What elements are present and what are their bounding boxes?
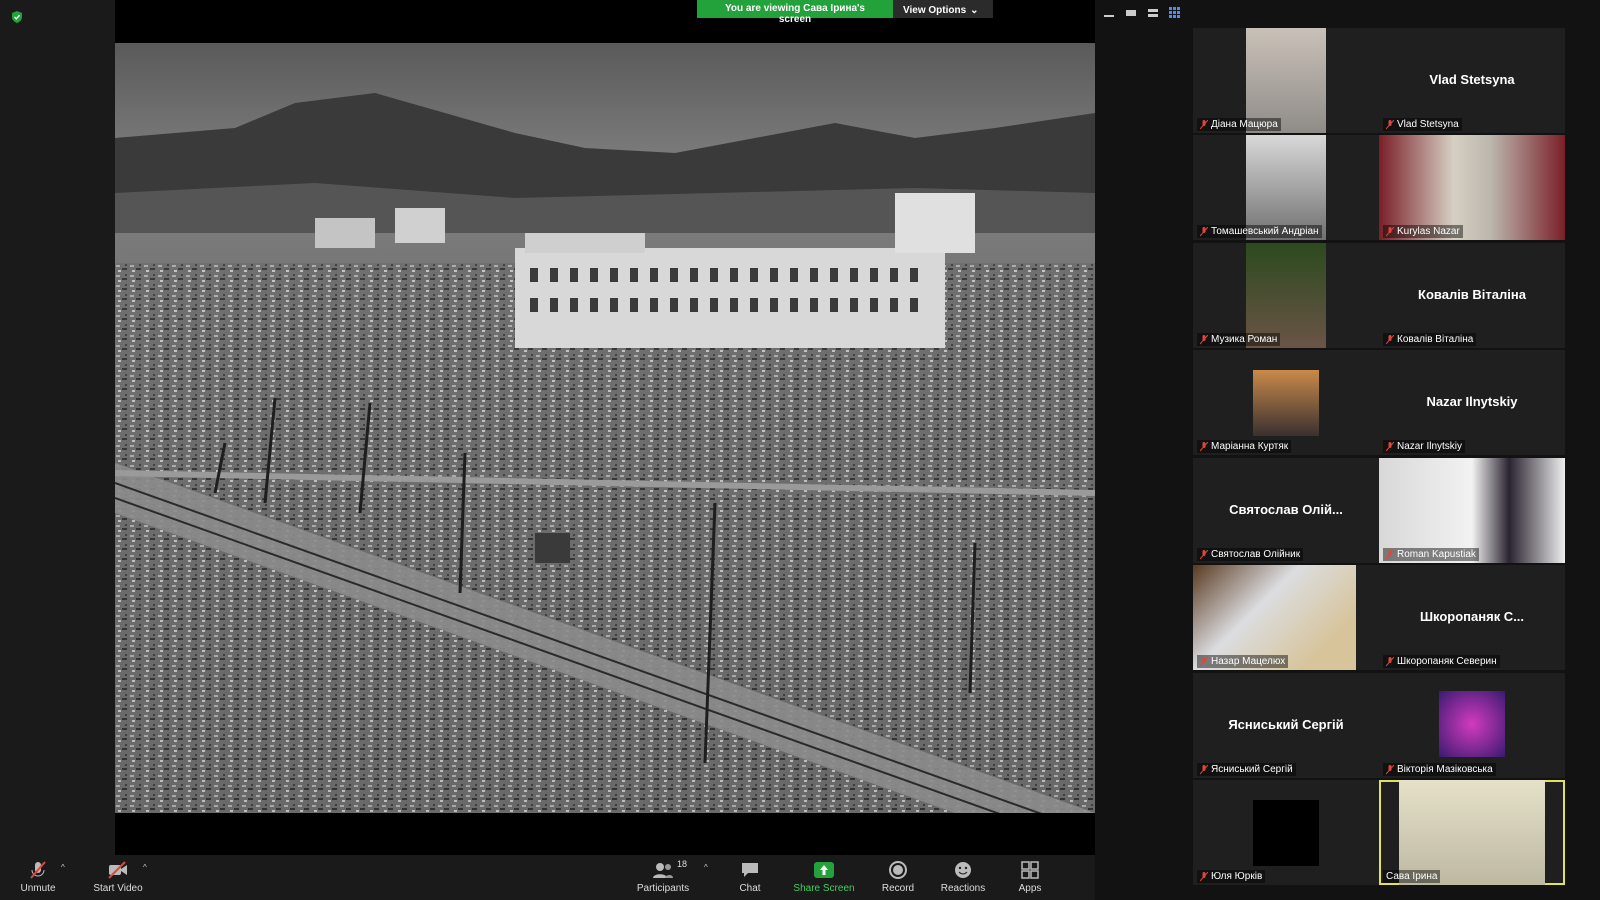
mic-muted-icon — [1200, 226, 1208, 236]
mic-muted-icon — [1200, 871, 1208, 881]
reactions-button[interactable]: Reactions — [938, 859, 988, 894]
video-options-caret[interactable]: ^ — [143, 863, 147, 872]
participant-label: Kurylas Nazar — [1383, 225, 1463, 238]
share-screen-icon — [814, 862, 834, 878]
view-mode-icons — [1103, 6, 1181, 18]
participant-tile[interactable]: Roman Kapustiak — [1379, 458, 1565, 563]
participant-label: Маріанна Куртяк — [1197, 440, 1292, 453]
mic-muted-icon — [1200, 764, 1208, 774]
participant-label: Ковалів Віталіна — [1383, 333, 1477, 346]
audio-options-caret[interactable]: ^ — [61, 863, 65, 872]
participant-video — [1439, 691, 1505, 757]
participant-name-display: Святослав Олій... — [1229, 502, 1343, 517]
mic-muted-icon — [1386, 764, 1394, 774]
record-icon — [889, 861, 907, 879]
reactions-label: Reactions — [940, 883, 986, 894]
participant-name-display: Шкоропаняк С... — [1419, 609, 1525, 624]
participant-tile[interactable]: Юля Юрків — [1193, 780, 1379, 885]
participant-video — [1253, 800, 1319, 866]
meeting-toolbar: Unmute ^ Start Video ^ Participants 18 ^… — [0, 855, 1095, 900]
mic-muted-icon — [1200, 119, 1208, 129]
mic-muted-icon — [1386, 226, 1394, 236]
participant-tile[interactable]: Музика Роман — [1193, 243, 1379, 348]
participant-label: Назар Мацелюх — [1197, 655, 1289, 668]
participant-label: Діана Мацюра — [1197, 118, 1281, 131]
gallery-panel: Діана Мацюра Vlad Stetsyna Vlad Stetsyna… — [1095, 0, 1600, 900]
participants-label: Participants — [636, 883, 690, 894]
participant-tile[interactable]: Vlad Stetsyna Vlad Stetsyna — [1379, 28, 1565, 133]
mic-muted-icon — [30, 861, 46, 879]
smiley-icon — [955, 862, 971, 878]
viewing-screen-banner: You are viewing Сава Ірина's screen — [697, 0, 893, 25]
minimize-icon[interactable] — [1103, 6, 1115, 18]
video-off-icon — [108, 861, 127, 879]
participant-tile[interactable]: Ясниський Сергій Ясниський Сергій — [1193, 673, 1379, 778]
participant-label: Vlad Stetsyna — [1383, 118, 1462, 131]
apps-label: Apps — [1018, 883, 1042, 894]
mic-muted-icon — [1200, 656, 1208, 666]
mic-muted-icon — [1386, 549, 1394, 559]
participant-tile[interactable]: Шкоропаняк С... Шкоропаняк Северин — [1379, 565, 1565, 670]
apps-icon — [1021, 861, 1039, 879]
participant-label: Юля Юрків — [1197, 870, 1266, 883]
participant-name-display: Nazar Ilnytskiy — [1426, 394, 1518, 409]
apps-button[interactable]: Apps — [1012, 859, 1048, 894]
share-screen-label: Share Screen — [793, 883, 855, 894]
participant-name-display: Vlad Stetsyna — [1429, 72, 1515, 87]
participant-tile[interactable]: Діана Мацюра — [1193, 28, 1379, 133]
unmute-label: Unmute — [20, 883, 56, 894]
participant-label: Святослав Олійник — [1197, 548, 1304, 561]
mic-muted-icon — [1386, 656, 1394, 666]
share-screen-button[interactable]: Share Screen — [792, 859, 856, 894]
participants-options-caret[interactable]: ^ — [704, 863, 708, 872]
mic-muted-icon — [1386, 119, 1394, 129]
chevron-down-icon: ⌄ — [970, 5, 979, 16]
participant-label: Ясниський Сергій — [1197, 763, 1296, 776]
chat-button[interactable]: Chat — [730, 859, 770, 894]
view-options-button[interactable]: View Options ⌄ — [893, 0, 993, 18]
gallery-view-icon[interactable] — [1169, 6, 1181, 18]
view-options-label: View Options — [903, 5, 967, 16]
participants-icon — [653, 863, 673, 878]
record-label: Record — [881, 883, 915, 894]
participant-label: Томашевський Андріан — [1197, 225, 1322, 238]
participant-tile[interactable]: Ковалів Віталіна Ковалів Віталіна — [1379, 243, 1565, 348]
participant-label: Сава Ірина — [1383, 870, 1441, 883]
mic-muted-icon — [1200, 441, 1208, 451]
participant-tile[interactable]: Назар Мацелюх — [1193, 565, 1379, 670]
participant-tile[interactable]: Святослав Олій... Святослав Олійник — [1193, 458, 1379, 563]
participant-label: Музика Роман — [1197, 333, 1281, 346]
participant-tile[interactable]: Kurylas Nazar — [1379, 135, 1565, 240]
mic-muted-icon — [1386, 334, 1394, 344]
participant-label: Шкоропаняк Северин — [1383, 655, 1500, 668]
participant-label: Вікторія Мазіковська — [1383, 763, 1496, 776]
record-button[interactable]: Record — [876, 859, 920, 894]
participant-tile[interactable]: Томашевський Андріан — [1193, 135, 1379, 240]
unmute-button[interactable]: Unmute — [14, 859, 62, 894]
share-banner: You are viewing Сава Ірина's screen View… — [697, 0, 993, 25]
participant-name-display: Ковалів Віталіна — [1418, 287, 1526, 302]
start-video-button[interactable]: Start Video — [88, 859, 148, 894]
active-speaker-tile[interactable]: Сава Ірина — [1379, 780, 1565, 885]
mic-muted-icon — [1200, 334, 1208, 344]
speaker-view-icon[interactable] — [1125, 6, 1137, 18]
mic-muted-icon — [1200, 549, 1208, 559]
participant-label: Roman Kapustiak — [1383, 548, 1479, 561]
participant-name-display: Ясниський Сергій — [1228, 717, 1344, 732]
participant-label: Nazar Ilnytskiy — [1383, 440, 1466, 453]
participant-tile[interactable]: Маріанна Куртяк — [1193, 350, 1379, 455]
strip-view-icon[interactable] — [1147, 6, 1159, 18]
participant-tile[interactable]: Nazar Ilnytskiy Nazar Ilnytskiy — [1379, 350, 1565, 455]
chat-label: Chat — [739, 883, 761, 894]
participant-video — [1253, 370, 1319, 436]
start-video-label: Start Video — [93, 883, 143, 894]
ruined-city-photo — [115, 43, 1095, 813]
shared-photo — [115, 43, 1095, 813]
participant-tile[interactable]: Вікторія Мазіковська — [1379, 673, 1565, 778]
chat-icon — [742, 863, 758, 877]
left-strip — [0, 0, 115, 855]
participants-count: 18 — [677, 859, 688, 869]
mic-muted-icon — [1386, 441, 1394, 451]
shield-icon[interactable] — [10, 10, 24, 24]
